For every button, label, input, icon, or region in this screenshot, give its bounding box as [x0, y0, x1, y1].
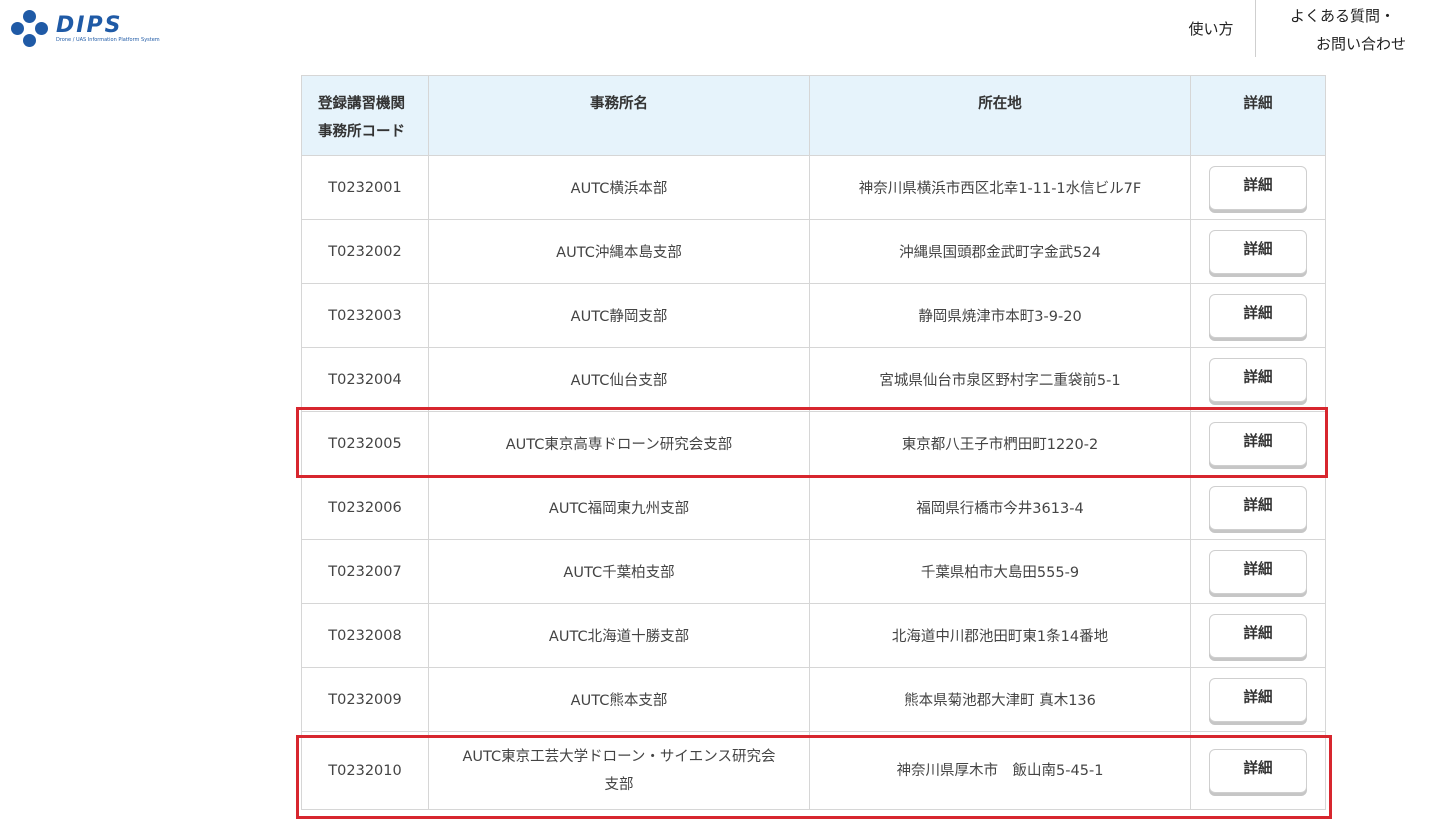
table-row: T0232003 AUTC静岡支部 静岡県焼津市本町3-9-20 詳細 — [301, 283, 1326, 348]
detail-button[interactable]: 詳細 — [1209, 549, 1307, 594]
logo-subtext: Drone / UAS Information Platform System — [56, 36, 160, 43]
office-address: 北海道中川郡池田町東1条14番地 — [809, 603, 1191, 668]
detail-button[interactable]: 詳細 — [1209, 165, 1307, 210]
header-office-name: 事務所名 — [428, 75, 810, 156]
detail-button[interactable]: 詳細 — [1209, 613, 1307, 658]
table-row: T0232005 AUTC東京高専ドローン研究会支部 東京都八王子市椚田町122… — [301, 411, 1326, 476]
nav-divider — [1255, 0, 1256, 57]
office-table: 登録講習機関 事務所コード 事務所名 所在地 詳細 T0232001 AUTC横… — [301, 75, 1326, 810]
header-code-line2: 事務所コード — [318, 124, 405, 140]
logo-text: DIPS — [56, 12, 123, 38]
office-name: AUTC東京高専ドローン研究会支部 — [428, 411, 810, 476]
table-row: T0232001 AUTC横浜本部 神奈川県横浜市西区北幸1-11-1水信ビル7… — [301, 155, 1326, 220]
detail-button[interactable]: 詳細 — [1209, 357, 1307, 402]
detail-button[interactable]: 詳細 — [1209, 421, 1307, 466]
detail-button[interactable]: 詳細 — [1209, 748, 1307, 793]
office-address: 神奈川県横浜市西区北幸1-11-1水信ビル7F — [809, 155, 1191, 220]
office-name: AUTC東京工芸大学ドローン・サイエンス研究会 支部 — [428, 731, 810, 810]
office-address: 福岡県行橋市今井3613-4 — [809, 475, 1191, 540]
office-code: T0232006 — [301, 475, 429, 540]
detail-button[interactable]: 詳細 — [1209, 293, 1307, 338]
logo-mark-icon — [10, 9, 50, 49]
header-detail: 詳細 — [1190, 75, 1326, 156]
detail-button[interactable]: 詳細 — [1209, 677, 1307, 722]
nav-howto-link[interactable]: 使い方 — [1168, 0, 1254, 57]
office-name: AUTC北海道十勝支部 — [428, 603, 810, 668]
office-code: T0232003 — [301, 283, 429, 348]
office-name-line2: 支部 — [604, 776, 634, 793]
table-row: T0232002 AUTC沖縄本島支部 沖縄県国頭郡金武町字金武524 詳細 — [301, 219, 1326, 284]
office-name: AUTC福岡東九州支部 — [428, 475, 810, 540]
office-code: T0232010 — [301, 731, 429, 810]
office-address: 神奈川県厚木市 飯山南5-45-1 — [809, 731, 1191, 810]
table-row: T0232004 AUTC仙台支部 宮城県仙台市泉区野村字二重袋前5-1 詳細 — [301, 347, 1326, 412]
office-address: 沖縄県国頭郡金武町字金武524 — [809, 219, 1191, 284]
office-code: T0232009 — [301, 667, 429, 732]
header-code-line1: 登録講習機関 — [318, 96, 405, 112]
office-code: T0232002 — [301, 219, 429, 284]
office-name-line1: AUTC東京工芸大学ドローン・サイエンス研究会 — [462, 748, 776, 765]
table-row: T0232006 AUTC福岡東九州支部 福岡県行橋市今井3613-4 詳細 — [301, 475, 1326, 540]
office-address: 静岡県焼津市本町3-9-20 — [809, 283, 1191, 348]
office-code: T0232005 — [301, 411, 429, 476]
nav-faq-line1: よくある質問・ — [1290, 7, 1396, 25]
office-code: T0232008 — [301, 603, 429, 668]
detail-button[interactable]: 詳細 — [1209, 485, 1307, 530]
office-code: T0232001 — [301, 155, 429, 220]
header-office-code: 登録講習機関 事務所コード — [301, 75, 429, 156]
office-name: AUTC千葉柏支部 — [428, 539, 810, 604]
table-row: T0232007 AUTC千葉柏支部 千葉県柏市大島田555-9 詳細 — [301, 539, 1326, 604]
nav-faq-link[interactable]: よくある質問・ お問い合わせ — [1290, 2, 1438, 58]
table-row: T0232008 AUTC北海道十勝支部 北海道中川郡池田町東1条14番地 詳細 — [301, 603, 1326, 668]
office-code: T0232007 — [301, 539, 429, 604]
table-row: T0232009 AUTC熊本支部 熊本県菊池郡大津町 真木136 詳細 — [301, 667, 1326, 732]
office-address: 千葉県柏市大島田555-9 — [809, 539, 1191, 604]
office-address: 宮城県仙台市泉区野村字二重袋前5-1 — [809, 347, 1191, 412]
dips-logo[interactable]: DIPS Drone / UAS Information Platform Sy… — [10, 9, 175, 49]
nav-faq-line2: お問い合わせ — [1316, 35, 1407, 53]
table-row: T0232010 AUTC東京工芸大学ドローン・サイエンス研究会 支部 神奈川県… — [301, 731, 1326, 810]
detail-button[interactable]: 詳細 — [1209, 229, 1307, 274]
office-code: T0232004 — [301, 347, 429, 412]
office-name: AUTC沖縄本島支部 — [428, 219, 810, 284]
office-address: 熊本県菊池郡大津町 真木136 — [809, 667, 1191, 732]
office-name: AUTC横浜本部 — [428, 155, 810, 220]
office-name: AUTC熊本支部 — [428, 667, 810, 732]
table-header-row: 登録講習機関 事務所コード 事務所名 所在地 詳細 — [301, 75, 1326, 156]
office-name: AUTC仙台支部 — [428, 347, 810, 412]
header-address: 所在地 — [809, 75, 1191, 156]
office-address: 東京都八王子市椚田町1220-2 — [809, 411, 1191, 476]
office-name: AUTC静岡支部 — [428, 283, 810, 348]
